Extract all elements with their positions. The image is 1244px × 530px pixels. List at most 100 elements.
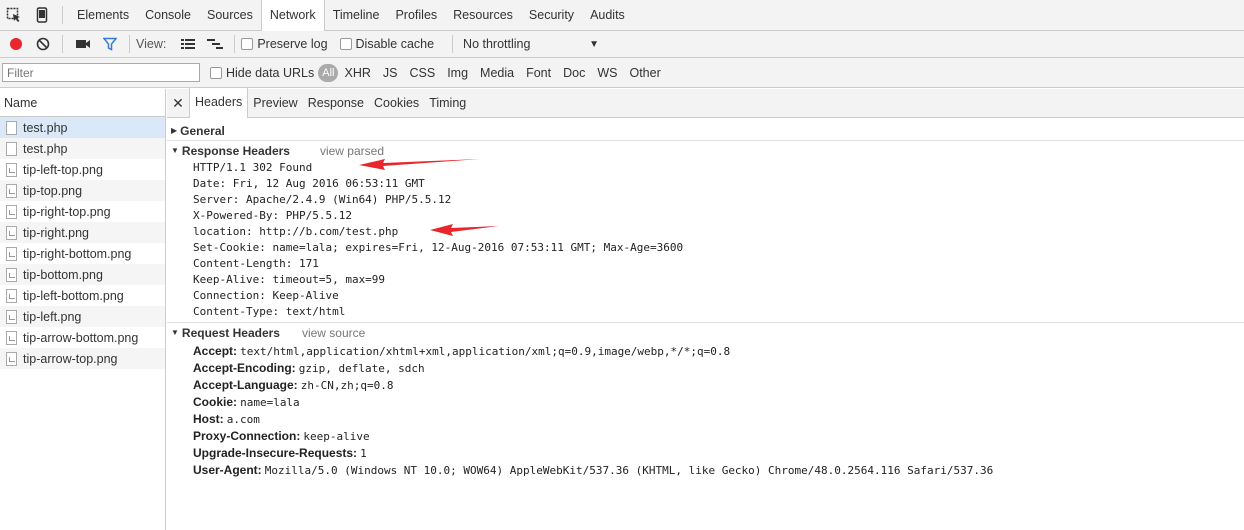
toolbar-divider: [62, 6, 63, 24]
capture-screenshots-icon[interactable]: [69, 31, 96, 57]
type-filter-doc[interactable]: Doc: [557, 64, 591, 82]
tab-elements[interactable]: Elements: [69, 0, 137, 30]
request-headers-section-header[interactable]: ▼ Request Headers view source: [167, 323, 1244, 342]
type-filter-js[interactable]: JS: [377, 64, 404, 82]
header-name: Accept:: [193, 344, 238, 358]
header-value: text/html,application/xhtml+xml,applicat…: [240, 345, 731, 358]
type-filter-css[interactable]: CSS: [403, 64, 441, 82]
tab-sources[interactable]: Sources: [199, 0, 261, 30]
type-filter-img[interactable]: Img: [441, 64, 474, 82]
file-name: tip-bottom.png: [23, 267, 103, 282]
resource-type-filters: All XHR JS CSS Img Media Font Doc WS Other: [318, 63, 666, 82]
detail-tab-preview[interactable]: Preview: [248, 89, 302, 118]
file-list: test.php test.php tip-left-top.png tip-top.…: [0, 117, 165, 369]
list-item[interactable]: tip-arrow-top.png: [0, 348, 165, 369]
view-source-link[interactable]: view source: [302, 326, 365, 340]
type-filter-other[interactable]: Other: [623, 64, 666, 82]
overview-icon[interactable]: [201, 31, 228, 57]
type-filter-font[interactable]: Font: [520, 64, 557, 82]
view-parsed-link[interactable]: view parsed: [320, 144, 384, 158]
name-column-header[interactable]: Name: [0, 89, 165, 117]
image-icon: [6, 351, 17, 366]
list-item[interactable]: tip-bottom.png: [0, 264, 165, 285]
requests-list: Name test.php test.php tip-left-top.png tip…: [0, 89, 166, 530]
tab-resources[interactable]: Resources: [445, 0, 521, 30]
image-icon: [6, 330, 17, 345]
list-item[interactable]: tip-left-top.png: [0, 159, 165, 180]
hide-data-urls-checkbox[interactable]: Hide data URLs: [210, 66, 314, 80]
image-icon: [6, 183, 17, 198]
tab-profiles[interactable]: Profiles: [387, 0, 445, 30]
list-item[interactable]: tip-left.png: [0, 306, 165, 327]
close-icon[interactable]: ✕: [167, 95, 189, 112]
request-details: ✕ Headers Preview Response Cookies Timing ▶ …: [167, 88, 1244, 530]
detail-tab-cookies[interactable]: Cookies: [369, 89, 424, 118]
triangle-down-icon: ▼: [171, 328, 179, 337]
device-mode-icon[interactable]: [28, 0, 56, 30]
response-headers-section-header[interactable]: ▼ Response Headers view parsed: [167, 141, 1244, 160]
general-title: General: [180, 123, 225, 138]
throttling-select[interactable]: No throttling ▼: [459, 37, 599, 51]
tab-security[interactable]: Security: [521, 0, 582, 30]
image-icon: [6, 246, 17, 261]
response-header-line: Server: Apache/2.4.9 (Win64) PHP/5.5.12: [193, 193, 452, 206]
general-section-header[interactable]: ▶ General: [167, 121, 1244, 140]
detail-tab-response[interactable]: Response: [303, 89, 369, 118]
type-filter-media[interactable]: Media: [474, 64, 520, 82]
request-header-line: Proxy-Connection: keep-alive: [167, 428, 1244, 445]
filter-input[interactable]: [2, 63, 200, 82]
header-name: Cookie:: [193, 395, 238, 409]
type-filter-all[interactable]: All: [318, 63, 339, 82]
response-header-line: Date: Fri, 12 Aug 2016 06:53:11 GMT: [193, 177, 425, 190]
triangle-down-icon: ▼: [171, 146, 179, 155]
devtools-tab-bar: Elements Console Sources Network Timeline Pro…: [0, 0, 1244, 31]
filter-toggle-icon[interactable]: [96, 31, 123, 57]
list-item[interactable]: tip-arrow-bottom.png: [0, 327, 165, 348]
response-header-line: location: http://b.com/test.php: [193, 225, 399, 238]
toolbar-divider: [452, 35, 454, 53]
clear-button[interactable]: [29, 31, 56, 57]
disable-cache-checkbox[interactable]: Disable cache: [339, 37, 434, 51]
tab-audits[interactable]: Audits: [582, 0, 633, 30]
type-filter-xhr[interactable]: XHR: [338, 64, 376, 82]
file-name: tip-right-bottom.png: [23, 246, 132, 261]
file-name: tip-right.png: [23, 225, 90, 240]
image-icon: [6, 204, 17, 219]
detail-tab-timing[interactable]: Timing: [424, 89, 471, 118]
file-name: tip-left-top.png: [23, 162, 103, 177]
request-header-line: Upgrade-Insecure-Requests: 1: [167, 445, 1244, 462]
preserve-log-checkbox[interactable]: Preserve log: [241, 37, 328, 51]
list-item[interactable]: tip-right-bottom.png: [0, 243, 165, 264]
type-filter-ws[interactable]: WS: [591, 64, 623, 82]
preserve-log-label: Preserve log: [257, 37, 328, 51]
list-item[interactable]: tip-left-bottom.png: [0, 285, 165, 306]
tab-network[interactable]: Network: [260, 0, 325, 31]
tab-console[interactable]: Console: [137, 0, 199, 30]
header-value: 1: [360, 447, 367, 460]
request-headers-list: Accept: text/html,application/xhtml+xml,…: [167, 343, 1244, 479]
large-rows-icon[interactable]: [174, 31, 201, 57]
detail-tabs: ✕ Headers Preview Response Cookies Timing: [167, 88, 1244, 118]
header-name: Accept-Language:: [193, 378, 298, 392]
checkbox-box: [241, 38, 254, 50]
list-item[interactable]: tip-right-top.png: [0, 201, 165, 222]
file-name: tip-arrow-bottom.png: [23, 330, 139, 345]
file-name: tip-arrow-top.png: [23, 351, 118, 366]
header-value: name=lala: [240, 396, 300, 409]
list-item[interactable]: tip-top.png: [0, 180, 165, 201]
response-header-line: Connection: Keep-Alive: [193, 289, 339, 302]
detail-tab-headers[interactable]: Headers: [189, 88, 249, 118]
list-item[interactable]: test.php: [0, 117, 165, 138]
list-item[interactable]: test.php: [0, 138, 165, 159]
record-button[interactable]: [2, 31, 29, 57]
checkbox-box: [339, 38, 352, 50]
checkbox-box: [210, 66, 222, 79]
list-item[interactable]: tip-right.png: [0, 222, 165, 243]
request-header-line: Accept: text/html,application/xhtml+xml,…: [167, 343, 1244, 360]
file-name: tip-right-top.png: [23, 204, 111, 219]
inspect-element-icon[interactable]: [0, 0, 28, 30]
view-label: View:: [136, 37, 167, 51]
response-header-line: Keep-Alive: timeout=5, max=99: [193, 273, 386, 286]
tab-timeline[interactable]: Timeline: [325, 0, 388, 30]
toolbar-divider: [129, 35, 130, 53]
